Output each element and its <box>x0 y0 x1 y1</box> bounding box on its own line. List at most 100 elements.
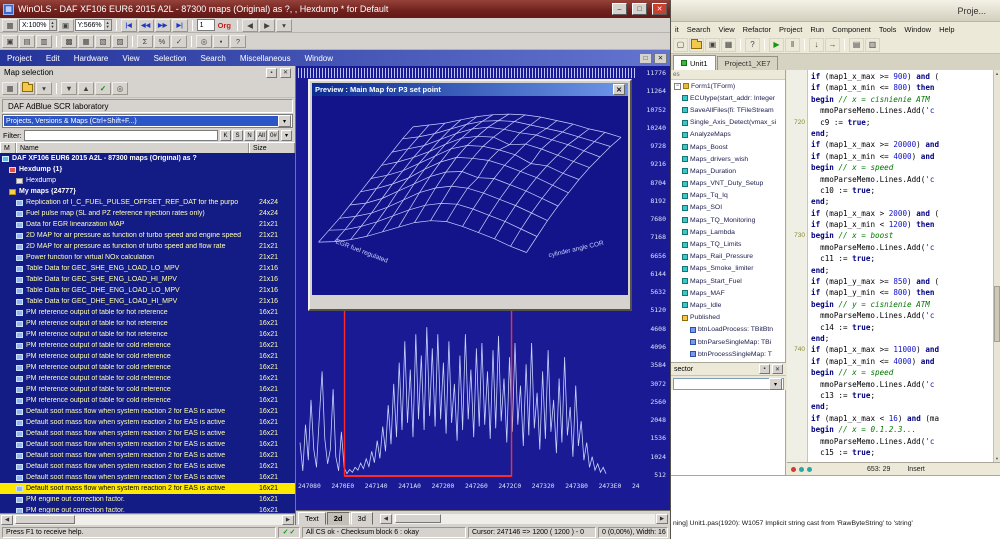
code-line[interactable]: if (map1_x_max >= 900) and ( <box>811 71 994 82</box>
checksum-icon[interactable]: ✓ <box>171 35 187 48</box>
code-editor[interactable]: 720730740 if (map1_x_max >= 900) and (if… <box>787 70 994 462</box>
properties-icon[interactable]: ▪ <box>213 35 229 48</box>
trace-into-icon[interactable]: ↓ <box>809 38 824 52</box>
code-line[interactable]: begin // y = cisnienie ATM <box>811 299 994 310</box>
filter-dropdown-icon[interactable]: ▾ <box>281 130 292 141</box>
hexdump-view-icon[interactable]: ▦ <box>78 35 94 48</box>
structure-analyzemaps[interactable]: AnalyzeMaps <box>671 129 785 141</box>
code-line[interactable]: mmoParseMemo.Lines.Add('c <box>811 436 994 447</box>
code-line[interactable]: if (map1_x_min <= 800) then <box>811 82 994 93</box>
map-row[interactable]: Default soot mass flow when system react… <box>0 406 295 417</box>
map-row[interactable]: PM reference output of table for cold re… <box>0 362 295 373</box>
new-view-icon[interactable]: ▦ <box>2 19 18 32</box>
menu-view[interactable]: View <box>115 50 146 66</box>
structure-maps-start-fuel[interactable]: Maps_Start_Fuel <box>671 275 785 287</box>
code-line[interactable]: c10 := true; <box>811 185 994 196</box>
preview-3d-body[interactable]: EGR fuel regulated cylinder angle COR <box>312 96 628 295</box>
editor-tab-project1-xe7[interactable]: Project1_XE7 <box>717 56 779 70</box>
map-row[interactable]: 2D MAP for air pressure as function of t… <box>0 241 295 252</box>
hex-scroll-thumb[interactable] <box>395 514 441 523</box>
code-line[interactable]: mmoParseMemo.Lines.Add('c <box>811 379 994 390</box>
map-row[interactable]: PM reference output of table for hot ref… <box>0 318 295 329</box>
spin-buttons-icon[interactable]: ▲▼ <box>49 20 56 30</box>
code-line[interactable]: if (map1_y_max >= 850) and ( <box>811 276 994 287</box>
map-row[interactable]: Table Data for GEC_SHE_ENG_LOAD_LO_MPV21… <box>0 263 295 274</box>
export-maps-icon[interactable]: ▲ <box>78 82 94 95</box>
save-icon[interactable]: ▣ <box>705 38 720 52</box>
structure-maps-drivers-wish[interactable]: Maps_drivers_wish <box>671 153 785 165</box>
ide-menu-it[interactable]: it <box>671 25 683 34</box>
nav-last-icon[interactable]: ▶| <box>172 19 188 32</box>
map-row[interactable]: Fuel pulse map (SL and PZ reference inje… <box>0 208 295 219</box>
editor-scroll-up-icon[interactable]: ▲ <box>994 70 1000 77</box>
column-header-name[interactable]: Name <box>16 143 249 153</box>
code-line[interactable]: if (map1_x_max >= 20000) and <box>811 139 994 150</box>
code-line[interactable]: if (map1_x_min <= 4000) and <box>811 356 994 367</box>
menu-window[interactable]: Window <box>298 50 340 66</box>
save-all-icon[interactable]: ▦ <box>721 38 736 52</box>
messages-pane[interactable]: ning] Unit1.pas(1920): W1057 Implicit st… <box>671 475 1000 539</box>
view-tab-text[interactable]: Text <box>298 512 326 525</box>
view-3d-icon[interactable]: ▨ <box>112 35 128 48</box>
compiler-warning[interactable]: ning] Unit1.pas(1920): W1057 Implicit st… <box>673 520 913 527</box>
code-line[interactable]: if (map1_y_min <= 800) then <box>811 287 994 298</box>
panel-close-icon[interactable]: ✕ <box>280 68 291 78</box>
zoom-y-field[interactable]: Y:566%▲▼ <box>75 19 112 31</box>
map-row[interactable]: PM reference output of table for hot ref… <box>0 329 295 340</box>
help-icon[interactable]: ? <box>230 35 246 48</box>
new-map-icon[interactable]: ▦ <box>2 82 18 95</box>
ide-menu-window[interactable]: Window <box>900 25 935 34</box>
inspector-pin-icon[interactable]: ▪ <box>759 364 770 374</box>
ide-title-bar[interactable]: Proje... <box>671 0 1000 22</box>
map-row[interactable]: Default soot mass flow when system react… <box>0 439 295 450</box>
code-line[interactable]: c11 := true; <box>811 253 994 264</box>
map-row[interactable]: Default soot mass flow when system react… <box>0 472 295 483</box>
spin-down-icon[interactable]: ▼ <box>106 25 110 29</box>
pin-icon[interactable]: ▪ <box>266 68 277 78</box>
scroll-right-icon[interactable]: ▶ <box>282 515 294 525</box>
editor-scroll-down-icon[interactable]: ▼ <box>994 455 1000 462</box>
window-tile-icon[interactable]: ▥ <box>36 35 52 48</box>
inspector-dropdown-icon[interactable]: ▾ <box>769 378 782 390</box>
map-row[interactable]: 2D MAP for air pressure as function of t… <box>0 230 295 241</box>
structure-maps-rail-pressure[interactable]: Maps_Rail_Pressure <box>671 251 785 263</box>
code-line[interactable]: begin // x = speed <box>811 367 994 378</box>
code-line[interactable]: c9 := true; <box>811 117 994 128</box>
open-file-icon[interactable] <box>689 38 704 52</box>
nav-prev-icon[interactable]: ◀◀ <box>138 19 154 32</box>
structure-maps-vnt-duty-setup[interactable]: Maps_VNT_Duty_Setup <box>671 178 785 190</box>
code-line[interactable]: begin // x = speed <box>811 162 994 173</box>
scroll-thumb[interactable] <box>15 515 75 524</box>
editor-scroll-thumb[interactable] <box>994 286 1000 342</box>
structure-btnloadprocess-tbitbtn[interactable]: btnLoadProcess: TBitBtn <box>671 324 785 336</box>
import-maps-icon[interactable]: ▼ <box>61 82 77 95</box>
map-row[interactable]: PM reference output of table for cold re… <box>0 395 295 406</box>
structure-maps-boost[interactable]: Maps_Boost <box>671 141 785 153</box>
menu-edit[interactable]: Edit <box>39 50 67 66</box>
ide-menu-view[interactable]: View <box>715 25 739 34</box>
inspector-close-icon[interactable]: ✕ <box>772 364 783 374</box>
map-row[interactable]: Default soot mass flow when system react… <box>0 483 295 494</box>
menu-hardware[interactable]: Hardware <box>67 50 116 66</box>
apply-check-icon[interactable]: ✓ <box>95 82 111 95</box>
new-file-icon[interactable]: ▢ <box>673 38 688 52</box>
column-header-m[interactable]: M <box>0 143 16 153</box>
percent-icon[interactable]: % <box>154 35 170 48</box>
map-row[interactable]: Default soot mass flow when system react… <box>0 428 295 439</box>
filter-all[interactable]: All <box>256 130 267 141</box>
child-restore-button[interactable]: □ <box>639 53 652 64</box>
structure-maps-maf[interactable]: Maps_MAF <box>671 287 785 299</box>
find-map-icon[interactable]: ◎ <box>112 82 128 95</box>
menu-search[interactable]: Search <box>194 50 233 66</box>
code-line[interactable]: end; <box>811 265 994 276</box>
view-2d-icon[interactable]: ▧ <box>95 35 111 48</box>
hexdump-2d-view[interactable]: 1177611264107521024097289216870481927680… <box>296 66 670 525</box>
compare-next-icon[interactable]: ▶ <box>259 19 275 32</box>
pause-icon[interactable]: ‖ <box>785 38 800 52</box>
zoom-x-field[interactable]: X:100%▲▼ <box>19 19 57 31</box>
map-row[interactable]: PM engine out correction factor.16x21 <box>0 494 295 505</box>
structure-btnprocesssinglemap-t[interactable]: btnProcessSingleMap: T <box>671 348 785 360</box>
hex-scroll-right-icon[interactable]: ▶ <box>656 514 668 524</box>
filter-n[interactable]: N <box>244 130 255 141</box>
filter-0[interactable]: 0# <box>268 130 279 141</box>
